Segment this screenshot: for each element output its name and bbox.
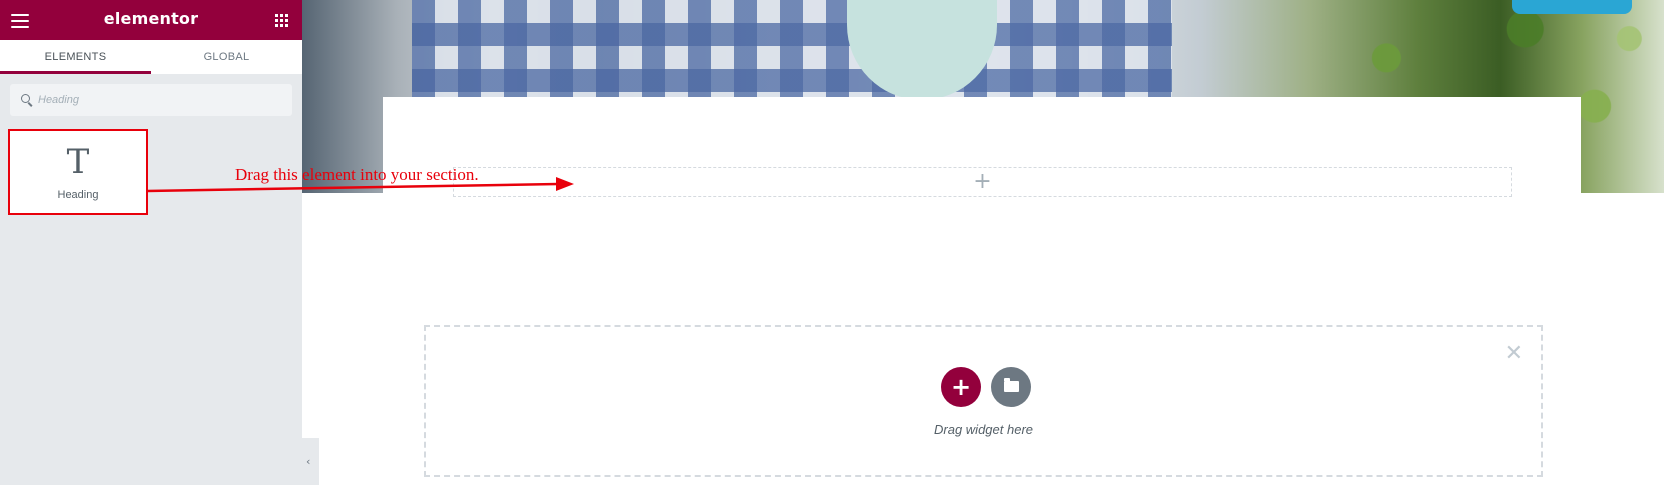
widget-search bbox=[10, 84, 292, 116]
heading-widget[interactable]: T Heading bbox=[8, 129, 148, 215]
widget-label: Heading bbox=[57, 189, 99, 201]
panel-collapse-toggle[interactable]: ‹ bbox=[302, 438, 319, 485]
heading-T-icon: T bbox=[66, 142, 90, 182]
tab-global[interactable]: GLOBAL bbox=[151, 40, 302, 74]
chevron-left-icon: ‹ bbox=[306, 455, 311, 468]
add-section-drop-zone[interactable]: ✕ + Drag widget here bbox=[424, 325, 1543, 477]
elementor-logo: elementor bbox=[103, 9, 199, 28]
plus-icon[interactable]: + bbox=[454, 171, 1511, 193]
tab-elements[interactable]: ELEMENTS bbox=[0, 40, 151, 74]
sidebar-header: elementor bbox=[0, 0, 302, 40]
apps-grid-icon[interactable] bbox=[275, 14, 288, 27]
search-input[interactable] bbox=[38, 84, 278, 116]
add-template-button[interactable] bbox=[991, 367, 1031, 407]
folder-icon bbox=[1004, 378, 1019, 392]
close-icon[interactable]: ✕ bbox=[1505, 343, 1523, 365]
add-section-button[interactable]: + bbox=[941, 367, 981, 407]
annotation-text: Drag this element into your section. bbox=[235, 165, 479, 184]
search-icon bbox=[21, 94, 30, 103]
empty-column[interactable]: + bbox=[453, 167, 1512, 197]
hero-watering-can bbox=[1512, 0, 1632, 14]
editor-sidebar: elementor ELEMENTS GLOBAL T Heading bbox=[0, 0, 302, 485]
drag-widget-hint: Drag widget here bbox=[934, 422, 1033, 437]
panel-tabs: ELEMENTS GLOBAL bbox=[0, 40, 302, 74]
